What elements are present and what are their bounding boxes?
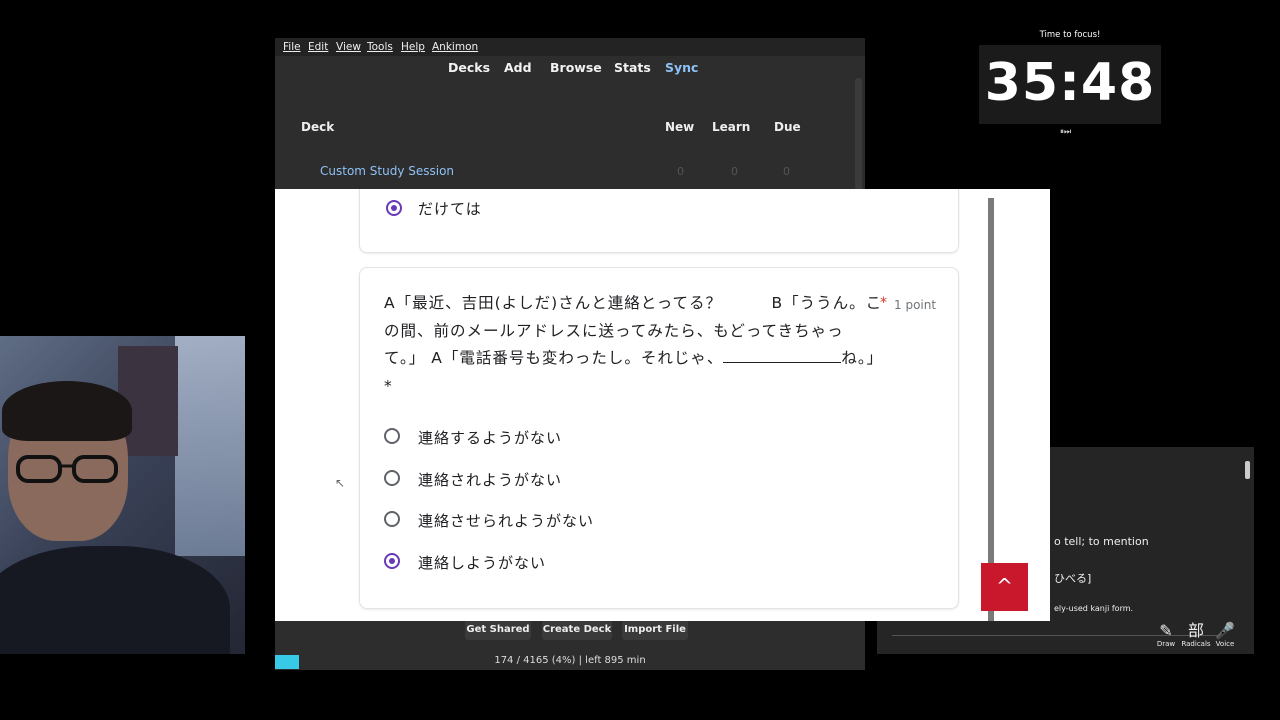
create-deck-button[interactable]: Create Deck xyxy=(542,620,612,640)
dictionary-note: ely-used kanji form. xyxy=(1054,604,1134,613)
learn-column-header: Learn xyxy=(712,120,751,134)
dictionary-reading: ひべる] xyxy=(1054,572,1092,585)
due-column-header: Due xyxy=(774,120,801,134)
menu-file[interactable]: File xyxy=(283,41,301,53)
timer-display: 35:48 xyxy=(979,45,1161,124)
previous-answer-radio[interactable] xyxy=(386,200,402,216)
person-body xyxy=(0,546,230,654)
google-form: だけては A「最近、吉田(よしだ)さんと連絡とってる？ B「ううん。この間、前の… xyxy=(275,189,1050,621)
menu-bar: File Edit View Tools Help Ankimon xyxy=(275,38,865,56)
form-scrollbar[interactable] xyxy=(988,198,994,621)
option-label-2: 連絡されようがない xyxy=(418,471,563,489)
radical-icon: 部 xyxy=(1187,621,1204,640)
anki-toolbar: Decks Add Browse Stats Sync xyxy=(275,56,865,80)
menu-help[interactable]: Help xyxy=(401,41,425,53)
deck-row-new: 0 xyxy=(677,165,684,178)
points-label: 1 point xyxy=(894,298,937,312)
draw-label: Draw xyxy=(1156,640,1176,648)
window-light xyxy=(175,336,245,556)
question-card: A「最近、吉田(よしだ)さんと連絡とってる？ B「ううん。この間、前のメールアド… xyxy=(359,267,959,609)
toolbar-stats[interactable]: Stats xyxy=(614,60,651,75)
glasses xyxy=(16,455,118,483)
voice-label: Voice xyxy=(1215,640,1235,648)
import-file-button[interactable]: Import File xyxy=(622,620,688,640)
menu-edit[interactable]: Edit xyxy=(308,41,328,53)
option-label-3: 連絡させられようがない xyxy=(418,512,595,530)
toolbar-browse[interactable]: Browse xyxy=(550,60,602,75)
status-text: 174 / 4165 (4%) | left 895 min xyxy=(494,655,646,666)
dictionary-definition: o tell; to mention xyxy=(1054,535,1149,548)
voice-tool[interactable]: 🎤 Voice xyxy=(1210,621,1240,649)
option-radio-2[interactable] xyxy=(384,470,400,486)
menu-tools[interactable]: Tools xyxy=(367,41,393,53)
required-marker: * xyxy=(880,295,887,311)
toolbar-sync[interactable]: Sync xyxy=(665,60,698,75)
microphone-icon: 🎤 xyxy=(1215,621,1235,640)
previous-question-card: だけては xyxy=(359,189,959,253)
option-radio-4[interactable] xyxy=(384,553,400,569)
option-label-1: 連絡するようがない xyxy=(418,429,563,447)
new-column-header: New xyxy=(665,120,695,134)
deck-row-name[interactable]: Custom Study Session xyxy=(320,164,454,178)
dictionary-scrollbar[interactable] xyxy=(1245,461,1250,479)
deck-row-due: 0 xyxy=(783,165,790,178)
get-shared-button[interactable]: Get Shared xyxy=(465,620,531,640)
timer-digits: 35:48 xyxy=(984,53,1156,113)
menu-ankimon[interactable]: Ankimon xyxy=(432,41,478,53)
previous-answer-label: だけては xyxy=(418,200,482,218)
toolbar-decks[interactable]: Decks xyxy=(448,60,490,75)
pencil-icon: ✎ xyxy=(1159,621,1173,640)
menu-view[interactable]: View xyxy=(336,41,361,53)
toolbar-add[interactable]: Add xyxy=(504,60,532,75)
option-radio-1[interactable] xyxy=(384,428,400,444)
option-label-4: 連絡しようがない xyxy=(418,554,547,572)
question-text: A「最近、吉田(よしだ)さんと連絡とってる？ B「ううん。この間、前のメールアド… xyxy=(384,290,884,400)
webcam-feed xyxy=(0,336,245,654)
back-to-top-button[interactable]: ^ xyxy=(981,563,1028,611)
option-radio-3[interactable] xyxy=(384,511,400,527)
timer-controls[interactable]: ⏸⏭ xyxy=(1060,127,1071,137)
person-hair xyxy=(2,381,132,441)
radicals-label: Radicals xyxy=(1181,640,1211,648)
draw-tool[interactable]: ✎ Draw xyxy=(1151,621,1181,649)
answer-blank xyxy=(723,348,842,363)
timer-label: Time to focus! xyxy=(1039,30,1101,40)
deck-row-learn: 0 xyxy=(731,165,738,178)
mouse-cursor-icon: ↖ xyxy=(335,476,346,490)
radicals-tool[interactable]: 部 Radicals xyxy=(1181,621,1211,649)
deck-column-header: Deck xyxy=(301,120,335,134)
